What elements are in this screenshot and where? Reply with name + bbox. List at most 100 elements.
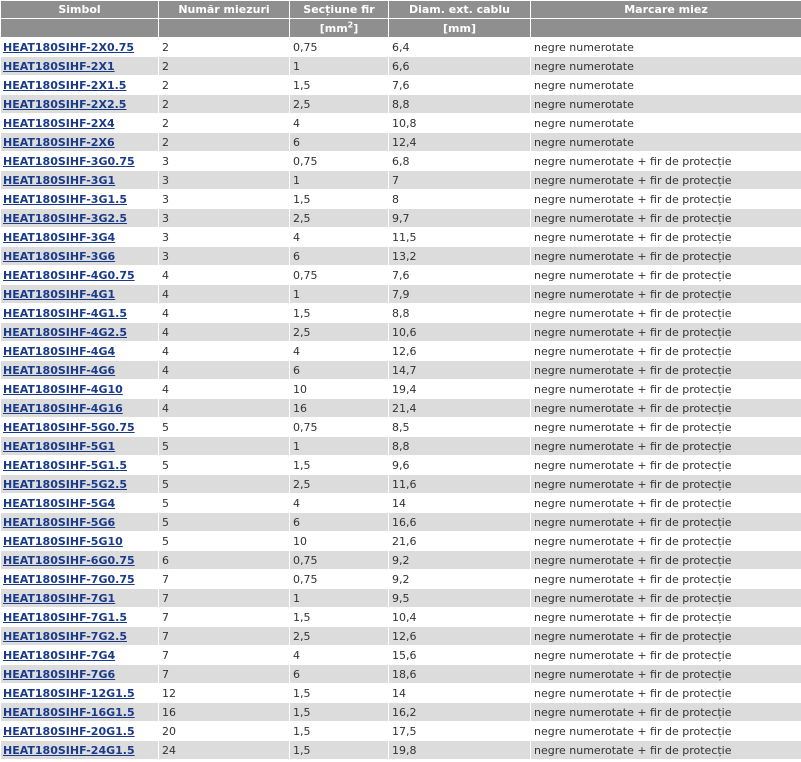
product-link[interactable]: HEAT180SIHF-5G2.5	[3, 478, 127, 491]
product-link[interactable]: HEAT180SIHF-2X6	[3, 136, 115, 149]
product-link[interactable]: HEAT180SIHF-7G1	[3, 592, 115, 605]
product-link[interactable]: HEAT180SIHF-2X1.5	[3, 79, 126, 92]
product-link[interactable]: HEAT180SIHF-7G4	[3, 649, 115, 662]
cores-cell: 5	[159, 494, 289, 512]
section-cell: 1,5	[290, 741, 388, 759]
product-link[interactable]: HEAT180SIHF-4G16	[3, 402, 123, 415]
cores-cell: 4	[159, 285, 289, 303]
cores-cell: 7	[159, 627, 289, 645]
product-link[interactable]: HEAT180SIHF-20G1.5	[3, 725, 135, 738]
table-row: HEAT180SIHF-5G10 5 10 21,6 negre numerotate …	[1, 532, 801, 550]
diameter-cell: 6,6	[389, 57, 530, 75]
cores-cell: 2	[159, 133, 289, 151]
product-link[interactable]: HEAT180SIHF-2X0.75	[3, 41, 134, 54]
symbol-cell: HEAT180SIHF-3G6	[1, 247, 158, 265]
product-link[interactable]: HEAT180SIHF-24G1.5	[3, 744, 135, 757]
table-row: HEAT180SIHF-20G1.5 20 1,5 17,5 negre numerot…	[1, 722, 801, 740]
product-link[interactable]: HEAT180SIHF-3G4	[3, 231, 115, 244]
table-row: HEAT180SIHF-7G4 7 4 15,6 negre numerotate + …	[1, 646, 801, 664]
product-link[interactable]: HEAT180SIHF-3G0.75	[3, 155, 135, 168]
product-link[interactable]: HEAT180SIHF-4G1	[3, 288, 115, 301]
symbol-cell: HEAT180SIHF-7G4	[1, 646, 158, 664]
product-link[interactable]: HEAT180SIHF-5G0.75	[3, 421, 135, 434]
symbol-cell: HEAT180SIHF-2X1	[1, 57, 158, 75]
product-link[interactable]: HEAT180SIHF-4G2.5	[3, 326, 127, 339]
diameter-cell: 17,5	[389, 722, 530, 740]
table-row: HEAT180SIHF-7G2.5 7 2,5 12,6 negre numerotat…	[1, 627, 801, 645]
product-link[interactable]: HEAT180SIHF-4G1.5	[3, 307, 127, 320]
product-link[interactable]: HEAT180SIHF-5G1.5	[3, 459, 127, 472]
diameter-cell: 7,6	[389, 266, 530, 284]
diameter-cell: 6,8	[389, 152, 530, 170]
diameter-cell: 10,4	[389, 608, 530, 626]
cores-cell: 16	[159, 703, 289, 721]
table-row: HEAT180SIHF-4G4 4 4 12,6 negre numerotate + …	[1, 342, 801, 360]
diameter-cell: 12,4	[389, 133, 530, 151]
section-cell: 1	[290, 437, 388, 455]
marking-cell: negre numerotate + fir de protecție	[531, 570, 801, 588]
table-row: HEAT180SIHF-4G16 4 16 21,4 negre numerotate …	[1, 399, 801, 417]
marking-cell: negre numerotate	[531, 114, 801, 132]
table-row: HEAT180SIHF-5G6 5 6 16,6 negre numerotate + …	[1, 513, 801, 531]
section-cell: 6	[290, 665, 388, 683]
product-link[interactable]: HEAT180SIHF-6G0.75	[3, 554, 135, 567]
marking-cell: negre numerotate + fir de protecție	[531, 627, 801, 645]
section-cell: 1,5	[290, 722, 388, 740]
symbol-cell: HEAT180SIHF-4G6	[1, 361, 158, 379]
product-link[interactable]: HEAT180SIHF-4G6	[3, 364, 115, 377]
column-header-cores: Număr miezuri	[159, 1, 289, 18]
product-link[interactable]: HEAT180SIHF-3G1.5	[3, 193, 127, 206]
marking-cell: negre numerotate + fir de protecție	[531, 608, 801, 626]
product-link[interactable]: HEAT180SIHF-3G1	[3, 174, 115, 187]
section-cell: 1	[290, 285, 388, 303]
table-row: HEAT180SIHF-3G6 3 6 13,2 negre numerotate + …	[1, 247, 801, 265]
section-cell: 16	[290, 399, 388, 417]
symbol-cell: HEAT180SIHF-20G1.5	[1, 722, 158, 740]
table-row: HEAT180SIHF-2X1 2 1 6,6 negre numerotate	[1, 57, 801, 75]
product-link[interactable]: HEAT180SIHF-2X1	[3, 60, 115, 73]
section-cell: 2,5	[290, 475, 388, 493]
table-row: HEAT180SIHF-4G10 4 10 19,4 negre numerotate …	[1, 380, 801, 398]
cores-cell: 4	[159, 266, 289, 284]
marking-cell: negre numerotate	[531, 57, 801, 75]
product-link[interactable]: HEAT180SIHF-5G1	[3, 440, 115, 453]
marking-cell: negre numerotate + fir de protecție	[531, 285, 801, 303]
marking-cell: negre numerotate + fir de protecție	[531, 475, 801, 493]
marking-cell: negre numerotate + fir de protecție	[531, 703, 801, 721]
column-header-section: Secțiune fir	[290, 1, 388, 18]
diameter-cell: 9,2	[389, 570, 530, 588]
section-cell: 1,5	[290, 456, 388, 474]
product-link[interactable]: HEAT180SIHF-12G1.5	[3, 687, 135, 700]
diameter-cell: 14	[389, 684, 530, 702]
cores-cell: 4	[159, 361, 289, 379]
cable-spec-table: Simbol Număr miezuri Secțiune fir Diam. …	[0, 0, 801, 760]
table-row: HEAT180SIHF-12G1.5 12 1,5 14 negre numerotat…	[1, 684, 801, 702]
symbol-cell: HEAT180SIHF-5G10	[1, 532, 158, 550]
marking-cell: negre numerotate + fir de protecție	[531, 304, 801, 322]
product-link[interactable]: HEAT180SIHF-7G0.75	[3, 573, 135, 586]
product-link[interactable]: HEAT180SIHF-7G6	[3, 668, 115, 681]
product-link[interactable]: HEAT180SIHF-5G6	[3, 516, 115, 529]
product-link[interactable]: HEAT180SIHF-2X2.5	[3, 98, 126, 111]
product-link[interactable]: HEAT180SIHF-4G0.75	[3, 269, 135, 282]
product-link[interactable]: HEAT180SIHF-4G10	[3, 383, 123, 396]
section-cell: 0,75	[290, 38, 388, 56]
product-link[interactable]: HEAT180SIHF-16G1.5	[3, 706, 135, 719]
symbol-cell: HEAT180SIHF-5G4	[1, 494, 158, 512]
product-link[interactable]: HEAT180SIHF-3G6	[3, 250, 115, 263]
section-cell: 10	[290, 380, 388, 398]
table-row: HEAT180SIHF-7G1 7 1 9,5 negre numerotate + f…	[1, 589, 801, 607]
marking-cell: negre numerotate + fir de protecție	[531, 171, 801, 189]
product-link[interactable]: HEAT180SIHF-5G10	[3, 535, 123, 548]
cores-cell: 7	[159, 646, 289, 664]
units-marking-cell	[531, 19, 801, 37]
product-link[interactable]: HEAT180SIHF-4G4	[3, 345, 115, 358]
marking-cell: negre numerotate + fir de protecție	[531, 342, 801, 360]
product-link[interactable]: HEAT180SIHF-3G2.5	[3, 212, 127, 225]
marking-cell: negre numerotate + fir de protecție	[531, 665, 801, 683]
symbol-cell: HEAT180SIHF-7G6	[1, 665, 158, 683]
product-link[interactable]: HEAT180SIHF-2X4	[3, 117, 115, 130]
product-link[interactable]: HEAT180SIHF-7G2.5	[3, 630, 127, 643]
product-link[interactable]: HEAT180SIHF-5G4	[3, 497, 115, 510]
product-link[interactable]: HEAT180SIHF-7G1.5	[3, 611, 127, 624]
